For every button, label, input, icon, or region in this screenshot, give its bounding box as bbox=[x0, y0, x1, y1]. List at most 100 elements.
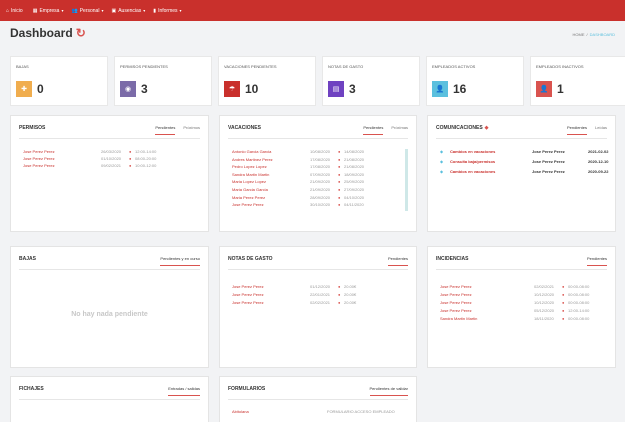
list-item[interactable]: Sandra Martin Martin 07/09/2020 ● 18/09/202… bbox=[232, 172, 404, 179]
tab-pendientes[interactable]: Pendientes bbox=[387, 256, 408, 266]
message-subject[interactable]: Cambios en vacaciones bbox=[450, 169, 495, 174]
tab-proximos[interactable]: Próximos bbox=[183, 125, 200, 135]
panel-bajas: BAJAS Pendientes y en curso No hay nada … bbox=[10, 246, 209, 368]
date-value: 01/10/2020 bbox=[101, 156, 122, 161]
list-item[interactable]: Jose Perez Perez 09/02/2021 ● 10:00-12:00 bbox=[23, 163, 196, 170]
date-value: 26/03/2020 bbox=[101, 149, 122, 154]
list-item[interactable]: Jose Perez Perez 05/12/2020 ● 12:00-14:00 bbox=[440, 308, 603, 315]
nav-item-inicio[interactable]: ⌂ Inicio bbox=[6, 8, 25, 14]
nav-item-ausencias[interactable]: ▣ Ausencias ▾ bbox=[111, 8, 145, 14]
tab-pendientes[interactable]: Pendientes bbox=[155, 125, 176, 135]
nav-label: Ausencias bbox=[118, 7, 142, 14]
list-item[interactable]: Jose Perez Perez 30/10/2020 ● 04/11/2020 bbox=[232, 202, 404, 209]
list-item[interactable]: Jose Perez Perez 02/02/2021 ● 20.00€ bbox=[232, 300, 404, 307]
list-item[interactable]: Maria Perez Perez 28/09/2020 ● 04/10/2020 bbox=[232, 195, 404, 202]
stat-card[interactable]: NOTAS DE GASTO ▤ 3 bbox=[322, 56, 420, 106]
person-name[interactable]: Maria Perez Perez bbox=[232, 195, 265, 200]
receipt-icon: ▤ bbox=[328, 81, 344, 97]
status-dot-icon: ● bbox=[338, 164, 341, 170]
person-name[interactable]: Jose Perez Perez bbox=[440, 308, 472, 313]
person-name[interactable]: Sandra Martin Martin bbox=[440, 316, 477, 321]
form-name[interactable]: Abitolana bbox=[232, 409, 249, 414]
person-name[interactable]: Jose Perez Perez bbox=[232, 292, 264, 297]
panel-title: NOTAS DE GASTO bbox=[228, 256, 273, 262]
panel-tabs: Pendientes bbox=[579, 256, 607, 266]
detail-value: 14/08/2020 bbox=[344, 149, 365, 154]
list-item[interactable]: ◆ Cambios en vacaciones Jose Perez Perez 20… bbox=[440, 169, 608, 176]
date-value: 10/08/2020 bbox=[310, 149, 331, 154]
list-item[interactable]: ◆ Cambios en vacaciones Jose Perez Perez 20… bbox=[440, 149, 608, 156]
status-dot-icon: ● bbox=[338, 284, 341, 289]
list-item[interactable]: Jose Perez Perez 10/12/2020 ● 00:00-08:00 bbox=[440, 300, 603, 307]
person-name[interactable]: Jose Perez Perez bbox=[232, 284, 264, 289]
message-subject[interactable]: Consulta baja/permisos bbox=[450, 159, 495, 164]
stat-card[interactable]: PERMISOS PENDIENTES ◉ 3 bbox=[114, 56, 212, 106]
date-value: 07/09/2020 bbox=[310, 171, 331, 177]
list-item[interactable]: Jose Perez Perez 22/01/2021 ● 20.00€ bbox=[232, 292, 404, 299]
list-item[interactable]: Maria Garcia Garcia 21/09/2020 ● 27/09/2020 bbox=[232, 187, 404, 194]
detail-value: 27/09/2020 bbox=[344, 187, 365, 192]
list-item[interactable]: Pedro Lopez Lopez 17/08/2020 ● 21/08/2020 bbox=[232, 164, 404, 171]
nav-item-informes[interactable]: ▮ Informes ▾ bbox=[153, 8, 181, 14]
panel-title: PERMISOS bbox=[19, 125, 46, 131]
breadcrumb-home[interactable]: HOME bbox=[573, 32, 585, 37]
message-subject[interactable]: Cambios en vacaciones bbox=[450, 149, 495, 154]
stat-value: 16 bbox=[453, 82, 467, 96]
list-item[interactable]: Jose Perez Perez 10/12/2020 ● 00:00-08:00 bbox=[440, 292, 603, 299]
tab-pendientes[interactable]: Pendientes bbox=[586, 256, 607, 266]
tab-pendientes-validar[interactable]: Pendientes de validar bbox=[369, 386, 408, 396]
stat-card[interactable]: VACACIONES PENDIENTES ☂ 10 bbox=[218, 56, 316, 106]
stat-card[interactable]: EMPLEADOS INACTIVOS 👤 1 bbox=[530, 56, 625, 106]
person-name[interactable]: Pedro Lopez Lopez bbox=[232, 164, 267, 169]
list-item[interactable]: Abitolana FORMULARIO ACCESO EMPLEADO bbox=[232, 409, 404, 416]
nav-item-personal[interactable]: 👥 Personal ▾ bbox=[71, 8, 103, 14]
person-name[interactable]: Sandra Martin Martin bbox=[232, 172, 269, 177]
list-item[interactable]: Jose Perez Perez 02/02/2021 ● 00:00-08:00 bbox=[440, 284, 603, 291]
person-name[interactable]: Jose Perez Perez bbox=[23, 163, 55, 168]
detail-value: 04/11/2020 bbox=[344, 202, 364, 208]
divider bbox=[436, 138, 607, 139]
form-title: FORMULARIO ACCESO EMPLEADO bbox=[327, 409, 395, 414]
tab-entradas-salidas[interactable]: Entradas / salidas bbox=[168, 386, 200, 396]
message-author: Jose Perez Perez bbox=[532, 159, 565, 164]
date-value: 17/08/2020 bbox=[310, 156, 331, 162]
person-name[interactable]: Jose Perez Perez bbox=[440, 284, 472, 289]
list-item[interactable]: Jose Perez Perez 01/10/2020 ● 08:00-20:00 bbox=[23, 156, 196, 163]
person-name[interactable]: Jose Perez Perez bbox=[440, 300, 472, 305]
nav-item-empresa[interactable]: ▦ Empresa ▾ bbox=[33, 8, 64, 14]
refresh-icon[interactable]: ↻ bbox=[76, 26, 86, 40]
list-item[interactable]: Antonio Garcia Garcia 10/08/2020 ● 14/08/20… bbox=[232, 149, 404, 156]
tab-pendientes[interactable]: Pendientes bbox=[363, 125, 384, 135]
divider bbox=[436, 269, 607, 270]
person-name[interactable]: Maria Garcia Garcia bbox=[232, 187, 268, 192]
stat-card[interactable]: EMPLEADOS ACTIVOS 👤 16 bbox=[426, 56, 524, 106]
person-name[interactable]: Jose Perez Perez bbox=[23, 156, 55, 161]
list-item[interactable]: Jose Perez Perez 01/12/2020 ● 20.00€ bbox=[232, 284, 404, 291]
person-name[interactable]: Jose Perez Perez bbox=[23, 149, 55, 154]
list-item[interactable]: Sandra Martin Martin 18/11/2020 ● 00:00-08:… bbox=[440, 316, 603, 323]
list-item[interactable]: Maria Lopez Lopez 21/09/2020 ● 25/09/2020 bbox=[232, 179, 404, 186]
scrollbar[interactable] bbox=[405, 149, 408, 211]
person-name[interactable]: Jose Perez Perez bbox=[232, 300, 264, 305]
user-icon: 👤 bbox=[536, 81, 552, 97]
stat-card[interactable]: BAJAS ✚ 0 bbox=[10, 56, 108, 106]
tab-leidas[interactable]: Leídas bbox=[595, 125, 607, 135]
detail-value: 21/08/2020 bbox=[344, 164, 365, 170]
chart-icon: ▮ bbox=[153, 7, 157, 14]
detail-value: 12:00-14:00 bbox=[568, 308, 590, 313]
tab-proximas[interactable]: Próximas bbox=[391, 125, 408, 135]
detail-value: 00:00-08:00 bbox=[568, 284, 590, 289]
list-item[interactable]: ◆ Consulta baja/permisos Jose Perez Perez 2… bbox=[440, 159, 608, 166]
list-item[interactable]: Jose Perez Perez 26/03/2020 ● 12:00-14:00 bbox=[23, 149, 196, 156]
person-name[interactable]: Jose Perez Perez bbox=[232, 202, 264, 207]
person-name[interactable]: Antonio Garcia Garcia bbox=[232, 149, 271, 154]
person-name[interactable]: Maria Lopez Lopez bbox=[232, 179, 266, 184]
tab-pendientes[interactable]: Pendientes bbox=[566, 125, 587, 135]
person-name[interactable]: Andres Martinez Perez bbox=[232, 157, 273, 162]
person-name[interactable]: Jose Perez Perez bbox=[440, 292, 472, 297]
panel-formularios: FORMULARIOS Pendientes de validar Abitol… bbox=[219, 376, 417, 422]
stat-label: PERMISOS PENDIENTES bbox=[120, 64, 168, 69]
tab-pendientes-en-curso[interactable]: Pendientes y en curso bbox=[160, 256, 200, 266]
list-item[interactable]: Andres Martinez Perez 17/08/2020 ● 21/08/20… bbox=[232, 157, 404, 164]
nav-label: Empresa bbox=[39, 7, 60, 14]
